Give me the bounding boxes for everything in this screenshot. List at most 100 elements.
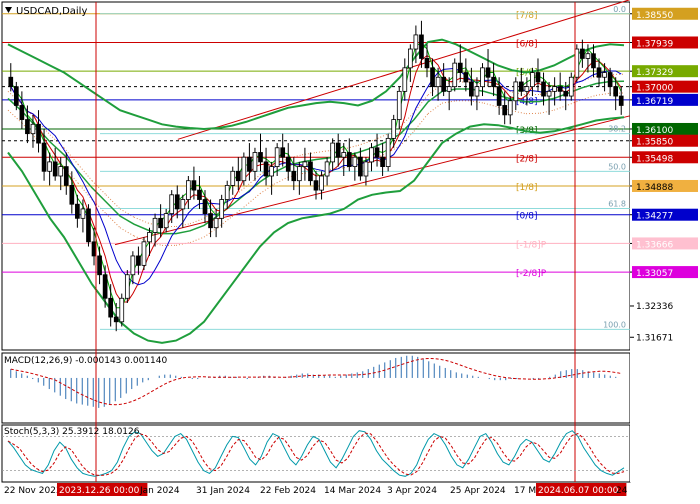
candle-body bbox=[530, 73, 534, 87]
candle-body bbox=[297, 167, 301, 181]
candle-body bbox=[286, 157, 290, 171]
candle-body bbox=[381, 157, 385, 166]
candle-body bbox=[336, 143, 340, 157]
candle-body bbox=[159, 218, 163, 227]
candle-body bbox=[242, 157, 246, 181]
candle-body bbox=[586, 54, 590, 59]
candle-body bbox=[536, 73, 540, 82]
fibo-level-label: 0.0 bbox=[613, 5, 626, 14]
candle-body bbox=[580, 49, 584, 58]
candle-body bbox=[558, 87, 562, 92]
candle-body bbox=[98, 256, 102, 275]
candle-body bbox=[458, 63, 462, 72]
candle-body bbox=[264, 162, 268, 176]
candle-body bbox=[408, 49, 412, 68]
candle-body bbox=[64, 167, 68, 186]
time-tick-label: 24 bbox=[616, 486, 628, 496]
candle-body bbox=[370, 148, 374, 162]
price-tag-label: 1.33666 bbox=[636, 240, 673, 250]
candle-body bbox=[547, 91, 551, 96]
candle-body bbox=[553, 87, 557, 92]
price-tag-label: 1.37000 bbox=[636, 84, 673, 94]
candle-body bbox=[164, 214, 168, 228]
candle-body bbox=[31, 124, 35, 133]
macd-label: MACD(12,26,9) -0.000143 0.001140 bbox=[4, 356, 167, 366]
price-tick-label: 1.31671 bbox=[636, 333, 673, 343]
murray-level-label: [6/8] bbox=[516, 39, 538, 49]
candle-body bbox=[92, 242, 96, 256]
candle-body bbox=[475, 87, 479, 96]
candle-body bbox=[353, 157, 357, 166]
candle-body bbox=[464, 73, 468, 82]
candle-body bbox=[375, 148, 379, 157]
murray-level-label: [-2/8]P bbox=[516, 269, 547, 279]
chart-window: [7/8][6/8][5/8][4/8][3/8][2/8][1/8][0/8]… bbox=[0, 0, 700, 500]
candle-body bbox=[514, 82, 518, 101]
time-tick-label: 2023.12.26 00:00 bbox=[59, 486, 140, 496]
candle-body bbox=[142, 242, 146, 266]
price-tag-label: 1.37329 bbox=[636, 68, 673, 78]
murray-level-label: [2/8] bbox=[516, 154, 538, 164]
time-tick-label: 31 Jan 2024 bbox=[196, 486, 250, 496]
time-tick-label: 14 Mar 2024 bbox=[324, 486, 381, 496]
murray-level-label: [1/8] bbox=[516, 183, 538, 193]
candle-body bbox=[447, 87, 451, 92]
time-tick-label: 22 Feb 2024 bbox=[260, 486, 316, 496]
price-tag-label: 1.37939 bbox=[636, 39, 673, 49]
price-tag-label: 1.38550 bbox=[636, 11, 673, 21]
candle-body bbox=[603, 73, 607, 78]
candle-body bbox=[75, 204, 79, 218]
candle-body bbox=[508, 101, 512, 115]
candle-body bbox=[431, 68, 435, 87]
candle-body bbox=[270, 167, 274, 176]
time-tick-label: Jan 2024 bbox=[139, 486, 180, 496]
candle-body bbox=[20, 105, 24, 119]
price-axis: 1.385501.379391.373291.370001.367191.361… bbox=[630, 0, 700, 482]
candle-body bbox=[253, 152, 257, 171]
price-pane: [7/8][6/8][5/8][4/8][3/8][2/8][1/8][0/8]… bbox=[2, 0, 630, 482]
candle-body bbox=[186, 181, 190, 200]
stochastic-label: Stoch(5,3,3) 25.3912 18.0126 bbox=[4, 427, 140, 437]
candle-body bbox=[103, 275, 107, 299]
murray-level-label: [7/8] bbox=[516, 11, 538, 21]
candle-body bbox=[419, 35, 423, 59]
price-tag-label: 1.34888 bbox=[636, 183, 673, 193]
candle-body bbox=[519, 82, 523, 91]
candle-body bbox=[181, 200, 185, 209]
candle-body bbox=[170, 195, 174, 214]
candle-body bbox=[231, 171, 235, 185]
candle-body bbox=[247, 157, 251, 171]
candle-body bbox=[342, 152, 346, 157]
candle-body bbox=[364, 162, 368, 176]
candle-body bbox=[125, 275, 129, 299]
candle-body bbox=[9, 77, 13, 86]
candle-body bbox=[225, 185, 229, 199]
candle-body bbox=[209, 214, 213, 228]
candle-body bbox=[503, 105, 507, 114]
candle-body bbox=[564, 91, 568, 96]
price-tick-label: 1.32336 bbox=[636, 302, 673, 312]
candle-body bbox=[120, 298, 124, 322]
time-tick-label: 17 M bbox=[514, 486, 536, 496]
candle-body bbox=[392, 120, 396, 139]
chart-canvas: [7/8][6/8][5/8][4/8][3/8][2/8][1/8][0/8]… bbox=[0, 0, 700, 500]
candle-body bbox=[214, 218, 218, 227]
price-tag-label: 1.35850 bbox=[636, 138, 673, 148]
candle-body bbox=[153, 218, 157, 232]
candle-body bbox=[597, 68, 601, 77]
time-tick-label: 25 Apr 2024 bbox=[450, 486, 506, 496]
candle-body bbox=[542, 82, 546, 96]
candle-body bbox=[198, 190, 202, 199]
time-axis: 22 Nov 20232023.12.26 00:00Jan 202431 Ja… bbox=[4, 483, 628, 496]
candle-body bbox=[292, 171, 296, 180]
price-tag-label: 1.36719 bbox=[636, 97, 673, 107]
candle-body bbox=[259, 152, 263, 161]
candle-body bbox=[386, 138, 390, 166]
candle-body bbox=[569, 77, 573, 96]
candle-body bbox=[592, 54, 596, 68]
candle-body bbox=[275, 148, 279, 167]
candle-body bbox=[136, 256, 140, 265]
candle-body bbox=[608, 73, 612, 87]
candle-body bbox=[192, 181, 196, 190]
price-tag-label: 1.34277 bbox=[636, 212, 673, 222]
